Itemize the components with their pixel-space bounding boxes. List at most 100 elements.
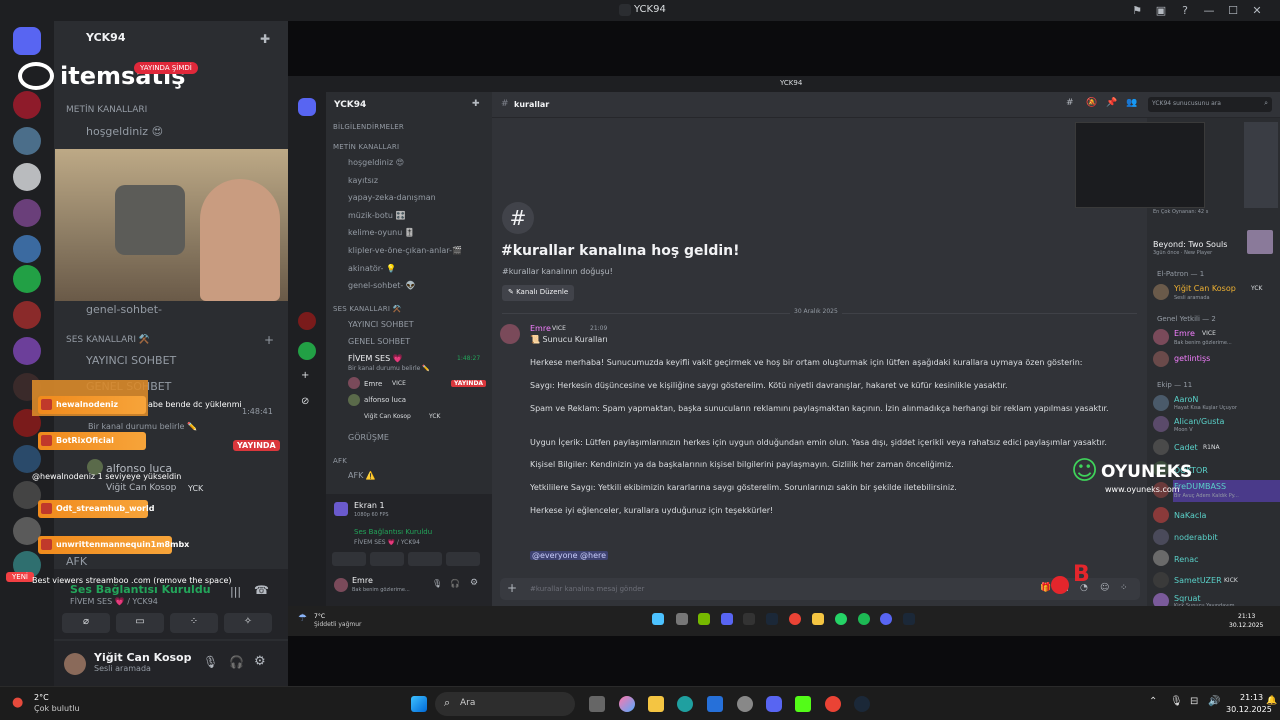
voice-member-alfonso[interactable]: alfonso luca bbox=[364, 396, 406, 404]
game-title[interactable]: Beyond: Two Souls bbox=[1153, 240, 1227, 249]
message-composer[interactable]: + #kurallar kanalına mesaj gönder 🎁 ▤ ◔ … bbox=[500, 578, 1140, 600]
search-input[interactable]: YCK94 sunucusunu ara ⌕ bbox=[1148, 97, 1272, 112]
voice-yayinci[interactable]: YAYINCI SOHBET bbox=[86, 354, 176, 367]
inner-activities-button[interactable] bbox=[408, 552, 442, 566]
camera-button[interactable]: ⌀ bbox=[62, 613, 110, 633]
inner-screen-button[interactable] bbox=[370, 552, 404, 566]
voice-category[interactable]: SES KANALLARI ⚒️ bbox=[333, 305, 401, 313]
voice-gorusme[interactable]: GÖRÜŞME bbox=[348, 433, 389, 442]
voice-member-emre[interactable]: Emre bbox=[364, 380, 382, 388]
taskbar-app-icon[interactable] bbox=[903, 613, 915, 625]
inbox-icon[interactable]: ▣ bbox=[1154, 3, 1168, 17]
member-nakacla[interactable]: NaKacla bbox=[1174, 511, 1206, 520]
soundboard-button[interactable]: ✧ bbox=[224, 613, 272, 633]
server-icon[interactable] bbox=[13, 517, 41, 545]
member-yigit[interactable]: Yiğit Can Kosop bbox=[1174, 284, 1236, 293]
minimize-button[interactable]: — bbox=[1202, 3, 1216, 17]
start-icon[interactable] bbox=[411, 696, 427, 712]
clock-date[interactable]: 30.12.2025 bbox=[1226, 705, 1272, 714]
text-category[interactable]: METİN KANALLARI bbox=[66, 105, 147, 115]
avatar[interactable] bbox=[1153, 395, 1169, 411]
voice-genel[interactable]: GENEL SOHBET bbox=[348, 337, 410, 346]
taskbar-app-icon[interactable] bbox=[676, 613, 688, 625]
steam-icon[interactable] bbox=[854, 696, 870, 712]
headphones-icon[interactable]: 🎧 bbox=[450, 579, 460, 588]
server-icon[interactable] bbox=[13, 445, 41, 473]
avatar[interactable] bbox=[1153, 439, 1169, 455]
microphone-tray-icon[interactable]: 🎙 bbox=[1170, 696, 1183, 707]
inner-soundboard-button[interactable] bbox=[446, 552, 480, 566]
start-icon[interactable] bbox=[652, 613, 664, 625]
avatar[interactable] bbox=[1153, 550, 1169, 566]
notifications-icon[interactable]: 🔕 bbox=[1086, 98, 1097, 108]
clock-time[interactable]: 21:13 bbox=[1240, 693, 1263, 702]
taskbar-app-icon[interactable] bbox=[835, 613, 847, 625]
invite-icon[interactable]: ✚ bbox=[472, 99, 480, 109]
chrome-icon[interactable] bbox=[825, 696, 841, 712]
server-icon[interactable] bbox=[13, 163, 41, 191]
text-category[interactable]: METİN KANALLARI bbox=[333, 143, 399, 151]
discord-home-icon[interactable] bbox=[13, 27, 41, 55]
member-list-icon[interactable]: 👥 bbox=[1126, 98, 1137, 108]
volume-icon[interactable]: 🔊 bbox=[1208, 696, 1220, 707]
taskbar-app-icon[interactable] bbox=[698, 613, 710, 625]
edge-icon[interactable] bbox=[677, 696, 693, 712]
server-header[interactable]: YCK94 bbox=[66, 31, 125, 44]
apps-icon[interactable]: ⁘ bbox=[1120, 583, 1128, 593]
voice-status[interactable]: Ses Bağlantısı Kuruldu bbox=[354, 528, 432, 536]
member-cadet[interactable]: Cadet bbox=[1174, 443, 1198, 452]
member-renac[interactable]: Renac bbox=[1174, 555, 1199, 564]
inner-user-name[interactable]: Emre bbox=[352, 576, 373, 585]
channel-muzik-botu[interactable]: müzik-botu 🎛️ bbox=[348, 211, 406, 220]
discord-home-icon[interactable] bbox=[298, 98, 316, 116]
server-icon[interactable] bbox=[13, 301, 41, 329]
channel-kayitsiz[interactable]: kayıtsız bbox=[348, 176, 378, 185]
afk-channel[interactable]: AFK bbox=[66, 555, 87, 568]
channel-hosgeldiniz[interactable]: hoşgeldiniz 😍 bbox=[86, 125, 163, 138]
avatar[interactable] bbox=[1153, 351, 1169, 367]
headphones-icon[interactable]: 🎧 bbox=[229, 655, 244, 669]
avatar[interactable] bbox=[64, 653, 86, 675]
avatar[interactable] bbox=[1153, 529, 1169, 545]
close-button[interactable]: ✕ bbox=[1250, 3, 1264, 17]
store-icon[interactable] bbox=[707, 696, 723, 712]
kick-app-icon[interactable] bbox=[795, 696, 811, 712]
taskbar-app-icon[interactable] bbox=[766, 613, 778, 625]
member-getlintiss[interactable]: getlintişs bbox=[1174, 354, 1210, 363]
channel-genel-sohbet[interactable]: genel-sohbet- bbox=[86, 303, 162, 316]
screen-title[interactable]: Ekran 1 bbox=[354, 501, 385, 510]
taskbar-app-icon[interactable] bbox=[789, 613, 801, 625]
taskbar-app-icon[interactable] bbox=[743, 613, 755, 625]
avatar[interactable] bbox=[1153, 507, 1169, 523]
avatar[interactable] bbox=[500, 324, 520, 344]
threads-icon[interactable]: # bbox=[1066, 98, 1074, 108]
user-name[interactable]: Yiğit Can Kosop bbox=[94, 651, 192, 664]
taskbar-app-icon[interactable] bbox=[880, 613, 892, 625]
edit-channel-button[interactable]: ✎ Kanalı Düzenle bbox=[502, 285, 575, 301]
maximize-button[interactable]: ☐ bbox=[1226, 3, 1240, 17]
channel-klipler[interactable]: klipler-ve-öne-çıkan-anlar-🎬 bbox=[348, 246, 462, 255]
member-emre[interactable]: Emre bbox=[1174, 329, 1195, 338]
voice-afk[interactable]: AFK ⚠️ bbox=[348, 471, 376, 480]
avatar[interactable] bbox=[1153, 572, 1169, 588]
activities-button[interactable]: ⁘ bbox=[170, 613, 218, 633]
taskbar-app-icon[interactable] bbox=[721, 613, 733, 625]
network-icon[interactable]: ⊟ bbox=[1190, 696, 1198, 707]
discord-app-icon[interactable] bbox=[766, 696, 782, 712]
message-mentions[interactable]: @everyone @here bbox=[530, 551, 609, 560]
afk-category[interactable]: AFK bbox=[333, 457, 347, 465]
message-author[interactable]: Emre bbox=[530, 324, 551, 333]
add-server-icon[interactable]: + bbox=[301, 370, 309, 381]
server-icon[interactable] bbox=[13, 337, 41, 365]
flag-icon[interactable]: ⚑ bbox=[1130, 3, 1144, 17]
avatar[interactable] bbox=[1153, 416, 1169, 432]
channel-yapay-zeka[interactable]: yapay-zeka-danışman bbox=[348, 193, 436, 202]
pin-icon[interactable]: 📌 bbox=[1106, 98, 1117, 108]
voice-member-yigit[interactable]: Viğit Can Kosop bbox=[364, 413, 411, 420]
add-channel-icon[interactable]: + bbox=[264, 333, 274, 347]
help-icon[interactable]: ? bbox=[1178, 3, 1192, 17]
inner-camera-button[interactable] bbox=[332, 552, 366, 566]
voice-category[interactable]: SES KANALLARI ⚒️ bbox=[66, 335, 150, 345]
emoji-icon[interactable]: ☺ bbox=[1100, 583, 1109, 593]
voice-channel-path[interactable]: FİVEM SES 💗 / YCK94 bbox=[70, 597, 158, 606]
